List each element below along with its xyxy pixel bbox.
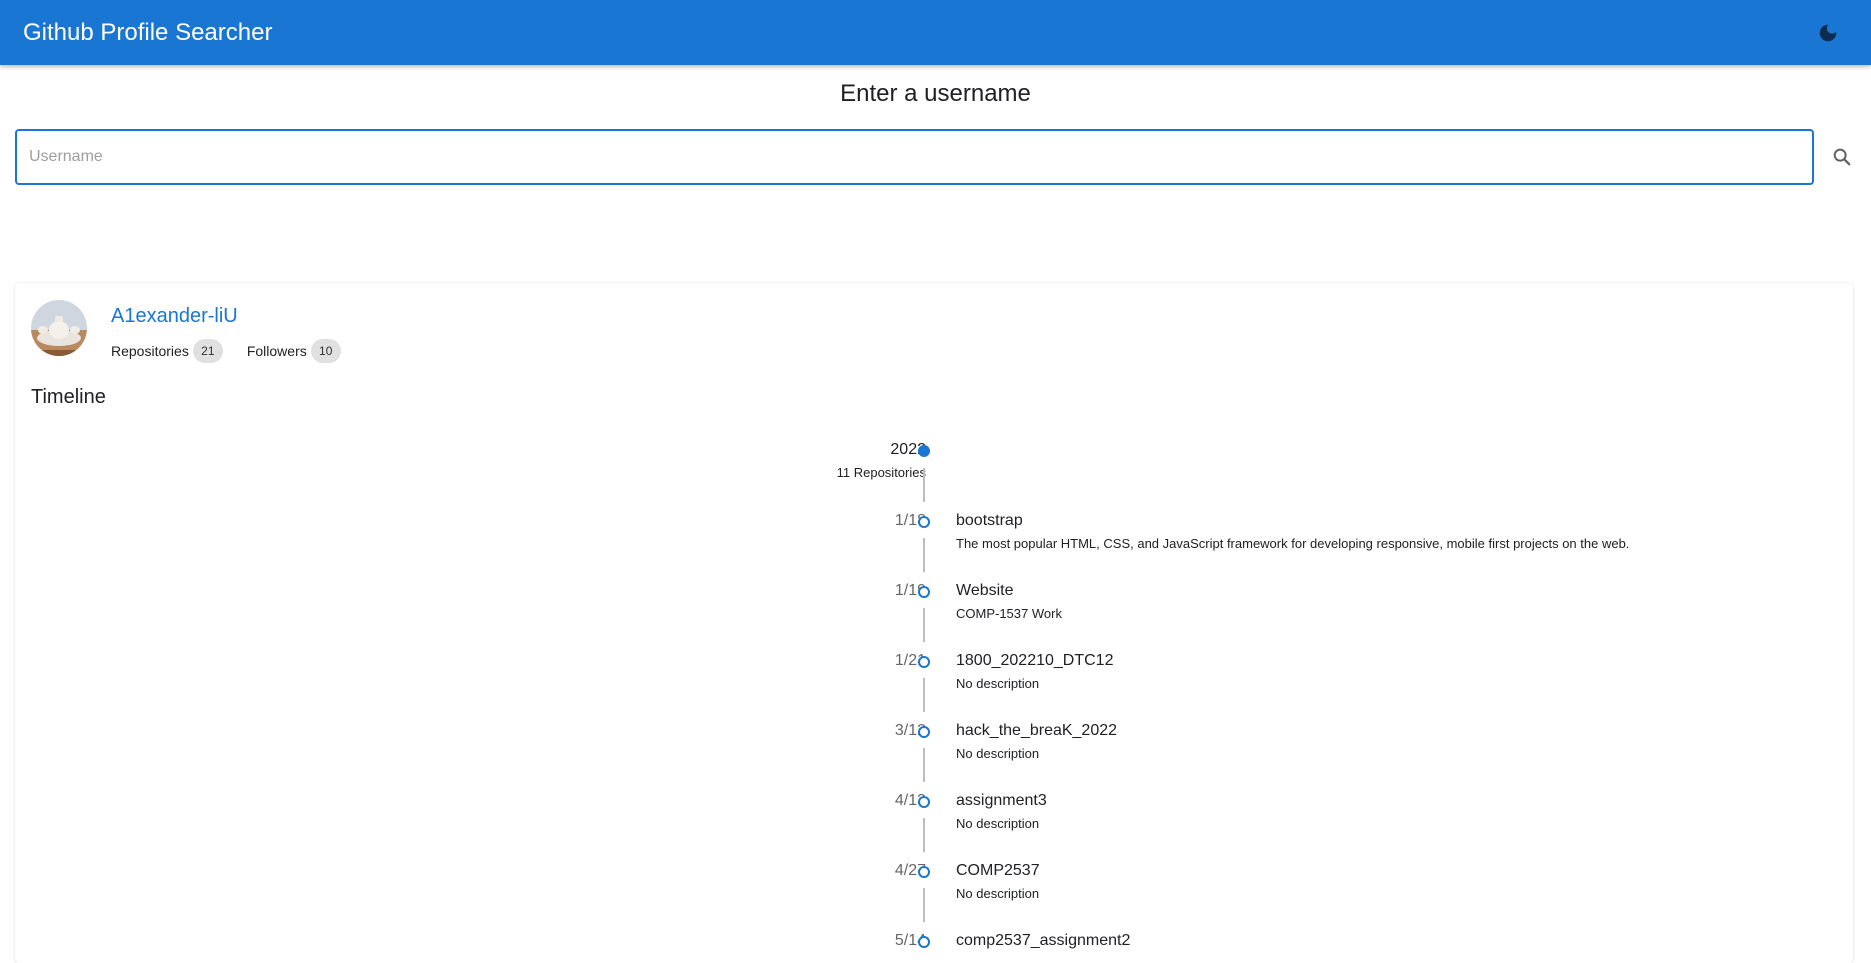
moon-icon <box>1819 24 1837 41</box>
timeline-dot <box>918 516 930 528</box>
timeline-dot <box>918 726 930 738</box>
search-icon <box>1833 148 1851 166</box>
repo-name: bootstrap <box>956 512 1023 529</box>
timeline-item[interactable]: 1800_202210_DTC12 No description <box>956 652 1113 691</box>
repo-description: No description <box>956 816 1040 831</box>
repo-name: COMP2537 <box>956 862 1040 879</box>
timeline-year-summary: 11 Repositories <box>836 465 926 480</box>
timeline-dot <box>918 866 930 878</box>
search-button[interactable] <box>1827 142 1857 172</box>
timeline-dot <box>918 586 930 598</box>
timeline-connector <box>923 748 925 782</box>
app-bar: Github Profile Searcher <box>0 0 1871 65</box>
profile-card: A1exander-liU Repositories 21 Followers … <box>15 283 1853 963</box>
timeline-connector <box>923 888 925 922</box>
app-title: Github Profile Searcher <box>23 18 273 46</box>
timeline-item[interactable]: comp2537_assignment2 <box>956 932 1130 950</box>
timeline: 2022 11 Repositories 1/18 bootstrap The … <box>15 283 1853 963</box>
repo-description: COMP-1537 Work <box>956 606 1062 621</box>
repo-description: No description <box>956 676 1040 691</box>
timeline-year: 2022 <box>890 441 926 458</box>
theme-toggle-button[interactable] <box>1808 13 1848 53</box>
timeline-connector <box>923 818 925 852</box>
repo-name: Website <box>956 582 1014 599</box>
timeline-connector <box>923 678 925 712</box>
timeline-year-group: 2022 11 Repositories <box>837 441 926 480</box>
repo-name: 1800_202210_DTC12 <box>956 652 1114 669</box>
repo-name: comp2537_assignment2 <box>956 932 1131 949</box>
timeline-year-dot <box>918 445 930 457</box>
timeline-connector <box>923 538 925 572</box>
timeline-item[interactable]: bootstrap The most popular HTML, CSS, an… <box>956 512 1629 551</box>
repo-description: No description <box>956 746 1040 761</box>
timeline-connector <box>923 468 925 502</box>
search-row <box>15 129 1857 186</box>
timeline-item[interactable]: Website COMP-1537 Work <box>956 582 1062 621</box>
timeline-dot <box>918 656 930 668</box>
timeline-connector <box>923 608 925 642</box>
repo-description: No description <box>956 886 1040 901</box>
repo-name: assignment3 <box>956 792 1047 809</box>
search-heading: Enter a username <box>840 80 1031 107</box>
repo-name: hack_the_breaK_2022 <box>956 722 1118 739</box>
timeline-item[interactable]: assignment3 No description <box>956 792 1047 831</box>
timeline-item[interactable]: hack_the_breaK_2022 No description <box>956 722 1117 761</box>
timeline-item[interactable]: COMP2537 No description <box>956 862 1040 901</box>
timeline-dot <box>918 796 930 808</box>
username-input[interactable] <box>15 129 1814 185</box>
repo-description: The most popular HTML, CSS, and JavaScri… <box>956 536 1630 551</box>
